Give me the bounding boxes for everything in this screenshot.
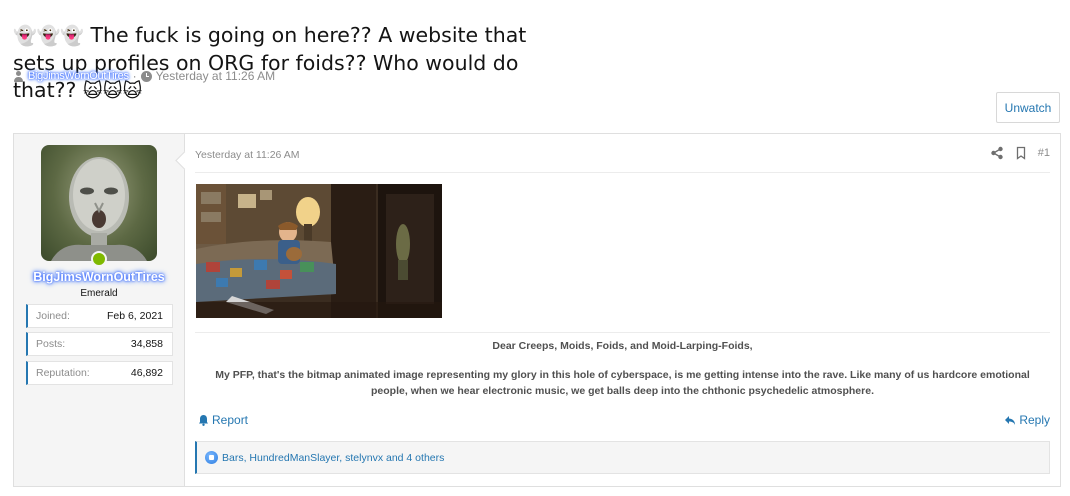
thread-meta: BigJimsWornOutTires · Yesterday at 11:26… xyxy=(13,68,275,84)
bedroom-scene-image xyxy=(196,184,442,318)
stat-value: Feb 6, 2021 xyxy=(106,310,163,322)
unwatch-button[interactable]: Unwatch xyxy=(996,92,1060,123)
clock-icon xyxy=(140,70,152,82)
bookmark-icon[interactable] xyxy=(1014,146,1028,160)
bell-icon xyxy=(199,415,208,426)
post-number-link[interactable]: #1 xyxy=(1038,147,1050,159)
thread-page: 👻👻👻 The fuck is going on here?? A websit… xyxy=(0,0,1070,496)
post-greeting: Dear Creeps, Moids, Foids, and Moid-Larp… xyxy=(492,340,753,352)
user-title: Emerald xyxy=(80,288,118,299)
header-divider xyxy=(195,172,1050,173)
stat-value: 46,892 xyxy=(130,367,163,379)
meta-separator: · xyxy=(132,69,137,83)
avatar[interactable] xyxy=(41,145,157,261)
body-divider xyxy=(195,332,1050,333)
like-reaction-icon xyxy=(205,451,218,464)
post-message: BigJimsWornOutTires Emerald Joined: Feb … xyxy=(13,133,1061,487)
stat-label: Posts: xyxy=(36,338,66,350)
stat-posts: Posts: 34,858 xyxy=(26,332,173,356)
post-main: Yesterday at 11:26 AM #1 Dear Creeps, Mo… xyxy=(195,134,1050,486)
online-status-indicator xyxy=(91,251,107,267)
thread-timestamp-link[interactable]: Yesterday at 11:26 AM xyxy=(156,69,275,83)
post-date-link[interactable]: Yesterday at 11:26 AM xyxy=(195,149,300,161)
report-label: Report xyxy=(212,413,249,427)
post-paragraph: My PFP, that's the bitmap animated image… xyxy=(215,369,1030,397)
stat-reputation: Reputation: 46,892 xyxy=(26,361,173,385)
post-username[interactable]: BigJimsWornOutTires xyxy=(14,270,184,284)
stat-label: Reputation: xyxy=(36,367,90,379)
reactions-bar[interactable]: Bars, HundredManSlayer, stelynvx and 4 o… xyxy=(195,441,1050,474)
reactions-list[interactable]: Bars, HundredManSlayer, stelynvx and 4 o… xyxy=(222,452,444,464)
report-link[interactable]: Report xyxy=(198,413,248,427)
user-icon xyxy=(13,70,24,82)
reply-label: Reply xyxy=(1019,413,1050,427)
reply-icon xyxy=(1005,415,1016,425)
stat-joined: Joined: Feb 6, 2021 xyxy=(26,304,173,328)
reply-link[interactable]: Reply xyxy=(1004,413,1050,427)
post-actions: #1 xyxy=(990,146,1050,160)
stat-value: 34,858 xyxy=(130,338,163,350)
ghost-emojis: 👻👻👻 xyxy=(13,24,84,47)
post-user-column: BigJimsWornOutTires Emerald Joined: Feb … xyxy=(14,134,185,486)
thread-author-link[interactable]: BigJimsWornOutTires xyxy=(28,70,129,82)
share-icon[interactable] xyxy=(990,146,1004,160)
avatar-figure xyxy=(51,157,147,261)
stat-label: Joined: xyxy=(36,310,70,322)
post-image[interactable] xyxy=(196,184,442,318)
thread-title: 👻👻👻 The fuck is going on here?? A websit… xyxy=(13,22,573,105)
